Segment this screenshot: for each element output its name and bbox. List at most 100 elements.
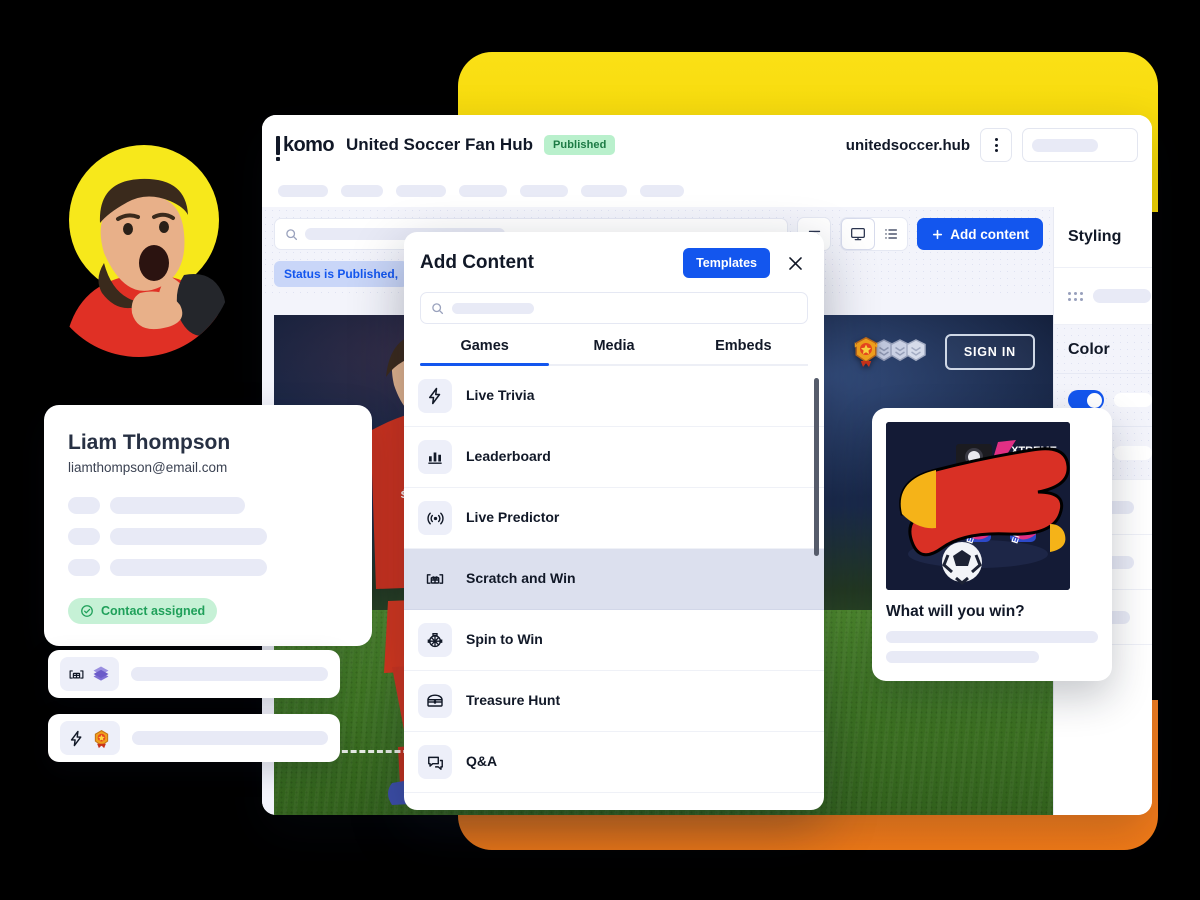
list-icon[interactable] <box>875 219 907 249</box>
nav-item[interactable] <box>341 185 383 197</box>
list-item-qa[interactable]: Q&A <box>404 732 824 793</box>
status-badge: Published <box>543 135 616 155</box>
modal-tabs: Games Media Embeds <box>420 338 808 366</box>
list-item-label: Live Predictor <box>466 509 560 525</box>
scratch-card-artwork[interactable]: ENERGY ENERGY ENERGY <box>886 422 1070 590</box>
page-title: United Soccer Fan Hub <box>345 135 533 154</box>
filter-chip[interactable]: Status is Published, <box>274 261 409 287</box>
check-circle-icon <box>81 605 93 617</box>
toggle-primary[interactable] <box>1068 390 1104 410</box>
toggle-label-placeholder <box>1114 393 1152 407</box>
gold-star-badge-icon <box>854 336 878 367</box>
plus-icon <box>933 229 943 239</box>
gift-card-icon <box>69 669 84 679</box>
komo-logo[interactable]: komo <box>276 133 335 161</box>
field-label-placeholder <box>68 528 100 545</box>
win-card-title: What will you win? <box>886 603 1025 620</box>
modal-title: Add Content <box>420 252 534 273</box>
content-type-list: Live Trivia Leaderboard Live Predictor S… <box>404 366 824 810</box>
view-toggle-group <box>840 217 909 251</box>
mini-card-icon-group <box>60 657 119 691</box>
avatar <box>44 131 234 357</box>
purple-layers-emoji <box>93 666 109 681</box>
rank-badges <box>851 335 931 369</box>
search-icon <box>286 228 298 240</box>
silver-chevron-badge-icon <box>906 339 926 362</box>
mini-card-scratch[interactable] <box>48 650 340 698</box>
screenshot-stage: komo United Soccer Fan Hub Published uni… <box>0 0 1200 900</box>
tab-games[interactable]: Games <box>420 338 550 366</box>
chat-bubbles-icon <box>418 745 452 779</box>
field-label-placeholder <box>68 559 100 576</box>
list-item-label: Q&A <box>466 753 498 769</box>
nav-item[interactable] <box>581 185 627 197</box>
list-item-live-predictor[interactable]: Live Predictor <box>404 488 824 549</box>
contact-name: Liam Thompson <box>68 431 231 454</box>
status-badge-label: Contact assigned <box>101 604 206 618</box>
modal-header: Add Content Templates Games Media Embeds <box>404 232 824 366</box>
list-item-label: Scratch and Win <box>466 570 576 586</box>
sign-in-button[interactable]: SIGN IN <box>944 334 1035 370</box>
bar-chart-icon <box>418 440 452 474</box>
toggle-label-placeholder <box>1114 446 1152 460</box>
nav-item[interactable] <box>278 185 328 197</box>
close-icon[interactable] <box>782 250 808 276</box>
list-item-label: Treasure Hunt <box>466 692 561 708</box>
list-item-spin-to-win[interactable]: Spin to Win <box>404 610 824 671</box>
row-placeholder <box>1093 289 1151 303</box>
contact-email: liamthompson@email.com <box>68 460 228 475</box>
modal-list-scrollbar[interactable] <box>814 378 819 556</box>
field-value-placeholder <box>110 559 267 576</box>
list-item-label: Spin to Win <box>466 631 543 647</box>
hub-url[interactable]: unitedsoccer.hub <box>846 137 970 154</box>
drag-handle-icon[interactable] <box>1068 291 1083 301</box>
list-item-leaderboard[interactable]: Leaderboard <box>404 427 824 488</box>
field-value-placeholder <box>110 497 245 514</box>
list-item-label: Live Trivia <box>466 387 535 403</box>
nav-item[interactable] <box>459 185 507 197</box>
add-content-button[interactable]: Add content <box>917 218 1043 250</box>
gift-card-icon <box>418 562 452 596</box>
tab-embeds[interactable]: Embeds <box>679 338 808 364</box>
contact-card: Liam Thompson liamthompson@email.com Con… <box>44 405 372 646</box>
field-value-placeholder <box>110 528 267 545</box>
app-nav-tabs <box>262 175 1152 207</box>
styling-draggable-row[interactable] <box>1054 268 1152 325</box>
mini-card-placeholder <box>131 667 328 681</box>
monitor-icon[interactable] <box>841 218 876 250</box>
nav-item[interactable] <box>520 185 568 197</box>
kebab-menu-icon[interactable] <box>980 128 1012 162</box>
lightning-bolt-icon <box>70 730 82 746</box>
gold-crown-emoji <box>94 729 109 748</box>
nav-item[interactable] <box>640 185 684 197</box>
list-item-label: Leaderboard <box>466 448 551 464</box>
win-card-placeholder <box>886 631 1098 643</box>
mini-card-trivia[interactable] <box>48 714 340 762</box>
contact-detail-row <box>68 559 348 576</box>
color-section-title: Color <box>1068 341 1110 358</box>
contact-detail-row <box>68 528 348 545</box>
tab-media[interactable]: Media <box>549 338 678 364</box>
header-action-button[interactable] <box>1022 128 1138 162</box>
header-actions: unitedsoccer.hub <box>846 128 1152 162</box>
nav-item[interactable] <box>396 185 446 197</box>
modal-search-input[interactable] <box>420 292 808 324</box>
add-content-label: Add content <box>950 226 1029 242</box>
status-badge: Contact assigned <box>68 598 218 624</box>
list-item-treasure-hunt[interactable]: Treasure Hunt <box>404 671 824 732</box>
contact-detail-rows <box>68 497 348 576</box>
spin-wheel-icon <box>418 623 452 657</box>
list-item-live-trivia[interactable]: Live Trivia <box>404 366 824 427</box>
contact-detail-row <box>68 497 348 514</box>
app-header: komo United Soccer Fan Hub Published uni… <box>262 115 1152 175</box>
add-content-modal: Add Content Templates Games Media Embeds <box>404 232 824 810</box>
templates-button[interactable]: Templates <box>683 248 770 278</box>
mini-card-placeholder <box>132 731 328 745</box>
list-item-scratch-and-win[interactable]: Scratch and Win <box>404 549 824 610</box>
logo-text: komo <box>283 133 335 156</box>
win-preview-card: ENERGY ENERGY ENERGY <box>872 408 1112 681</box>
logo-mark-icon <box>276 135 280 161</box>
field-label-placeholder <box>68 497 100 514</box>
avatar-photo <box>44 167 234 357</box>
styling-panel-title: Styling <box>1054 207 1152 268</box>
